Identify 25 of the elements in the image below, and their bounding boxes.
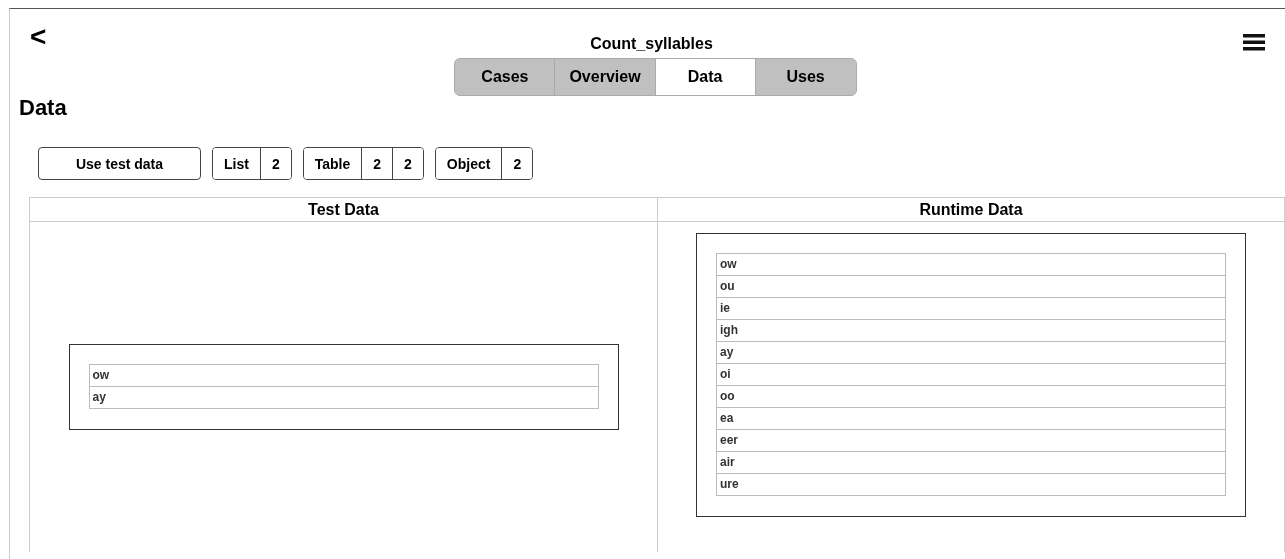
use-test-data-button[interactable]: Use test data [38, 147, 201, 180]
data-row-text: ow [719, 256, 738, 273]
back-button[interactable]: < [30, 23, 60, 51]
segment-button[interactable]: Object [435, 148, 503, 179]
data-row: ure [717, 473, 1225, 495]
data-row: eer [717, 429, 1225, 451]
data-row: igh [717, 319, 1225, 341]
data-row: ay [717, 341, 1225, 363]
column-header: Test Data [30, 198, 657, 222]
data-row: oi [717, 363, 1225, 385]
tab[interactable]: Cases [455, 59, 556, 95]
data-row: ou [717, 275, 1225, 297]
data-row: ea [717, 407, 1225, 429]
segment-button[interactable]: Table [303, 148, 363, 179]
data-row: oo [717, 385, 1225, 407]
page-title: Count_syllables [590, 35, 713, 54]
data-row: ie [717, 297, 1225, 319]
tab[interactable]: Data [655, 59, 756, 95]
segment-button[interactable]: List [213, 148, 261, 179]
data-row: air [717, 451, 1225, 473]
column-header: Runtime Data [658, 198, 1284, 222]
data-row-text: ow [91, 367, 111, 384]
section-heading: Data [19, 95, 68, 122]
menu-icon[interactable] [1243, 33, 1265, 51]
data-row: ay [89, 386, 598, 408]
